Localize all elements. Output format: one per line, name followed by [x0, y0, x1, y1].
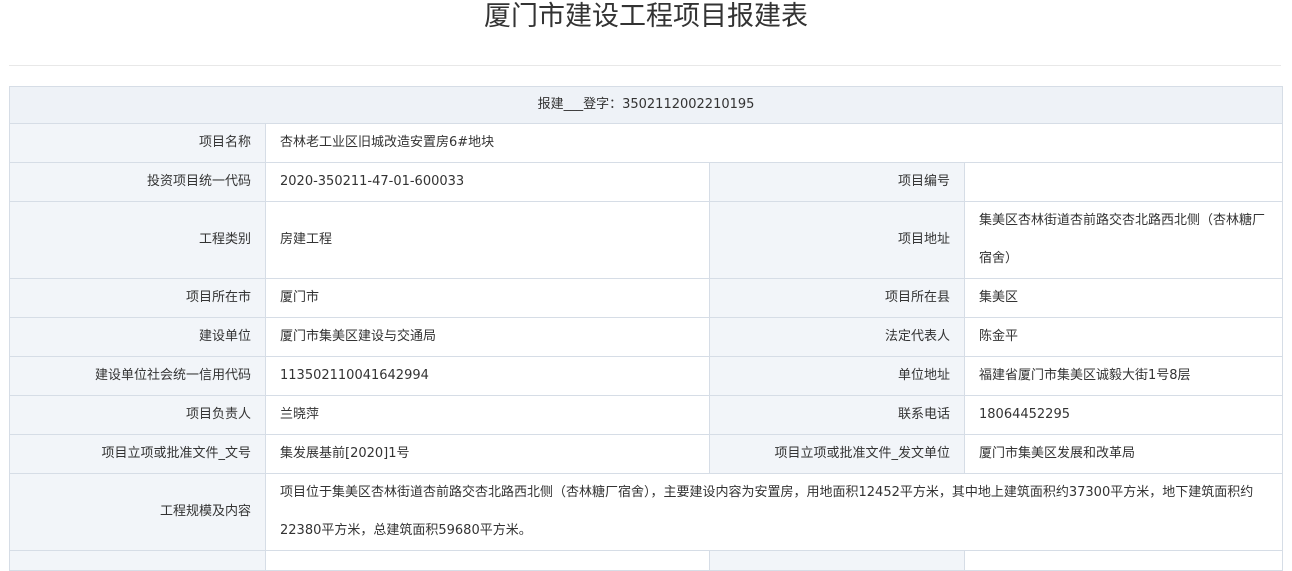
phone-label: 联系电话	[709, 395, 965, 435]
registration-number-row: 报建___登字：3502112002210195	[8, 86, 1284, 124]
county-label: 项目所在县	[709, 278, 965, 318]
approval-doc-no-label: 项目立项或批准文件_文号	[9, 434, 266, 474]
table-row: 项目负责人 兰晓萍 联系电话 18064452295	[9, 395, 1284, 435]
legal-rep-label: 法定代表人	[709, 317, 965, 357]
phone-value: 18064452295	[963, 395, 1284, 435]
table-row: 建设单位 厦门市集美区建设与交通局 法定代表人 陈金平	[9, 317, 1284, 357]
table-row: 项目立项或批准文件_文号 集发展基前[2020]1号 项目立项或批准文件_发文单…	[9, 434, 1284, 474]
builder-value: 厦门市集美区建设与交通局	[265, 317, 710, 357]
county-value: 集美区	[963, 278, 1284, 318]
city-label: 项目所在市	[9, 278, 266, 318]
table-row: 项目所在市 厦门市 项目所在县 集美区	[9, 278, 1284, 318]
project-registration-table: 报建___登字：3502112002210195 项目名称 杏林老工业区旧城改造…	[8, 86, 1284, 571]
unit-address-value: 福建省厦门市集美区诚毅大街1号8层	[963, 356, 1284, 396]
table-row: 工程类别 房建工程 项目地址 集美区杏林街道杏前路交杏北路西北侧（杏林糖厂宿舍）	[9, 201, 1284, 279]
unit-address-label: 单位地址	[709, 356, 965, 396]
approval-issuer-label: 项目立项或批准文件_发文单位	[709, 434, 965, 474]
investment-code-label: 投资项目统一代码	[9, 162, 266, 202]
project-name-label: 项目名称	[9, 123, 266, 163]
page-title: 厦门市建设工程项目报建表	[484, 1, 808, 32]
builder-label: 建设单位	[9, 317, 266, 357]
registration-number: 报建___登字：3502112002210195	[8, 86, 1284, 124]
legal-rep-value: 陈金平	[963, 317, 1284, 357]
approval-doc-no-value: 集发展基前[2020]1号	[265, 434, 710, 474]
credit-code-value: 113502110041642994	[265, 356, 710, 396]
project-leader-value: 兰晓萍	[265, 395, 710, 435]
table-row: 项目名称 杏林老工业区旧城改造安置房6#地块	[9, 123, 1284, 163]
table-row: 建设单位社会统一信用代码 113502110041642994 单位地址 福建省…	[9, 356, 1284, 396]
project-number-value	[963, 162, 1284, 202]
approval-issuer-value: 厦门市集美区发展和改革局	[963, 434, 1284, 474]
title-divider	[9, 65, 1281, 66]
scale-content-label: 工程规模及内容	[9, 473, 266, 551]
table-row: 工程规模及内容 项目位于集美区杏林街道杏前路交杏北路西北侧（杏林糖厂宿舍），主要…	[9, 473, 1284, 551]
engineering-type-value: 房建工程	[265, 201, 710, 279]
project-number-label: 项目编号	[709, 162, 965, 202]
project-address-label: 项目地址	[709, 201, 965, 279]
table-row: 投资项目统一代码 2020-350211-47-01-600033 项目编号	[9, 162, 1284, 202]
credit-code-label: 建设单位社会统一信用代码	[9, 356, 266, 396]
project-leader-label: 项目负责人	[9, 395, 266, 435]
project-name-value: 杏林老工业区旧城改造安置房6#地块	[264, 123, 1284, 163]
city-value: 厦门市	[265, 278, 710, 318]
engineering-type-label: 工程类别	[9, 201, 266, 279]
investment-code-value: 2020-350211-47-01-600033	[265, 162, 710, 202]
table-row	[9, 550, 1284, 571]
scale-content-value: 项目位于集美区杏林街道杏前路交杏北路西北侧（杏林糖厂宿舍），主要建设内容为安置房…	[264, 473, 1284, 551]
project-address-value: 集美区杏林街道杏前路交杏北路西北侧（杏林糖厂宿舍）	[963, 201, 1284, 279]
